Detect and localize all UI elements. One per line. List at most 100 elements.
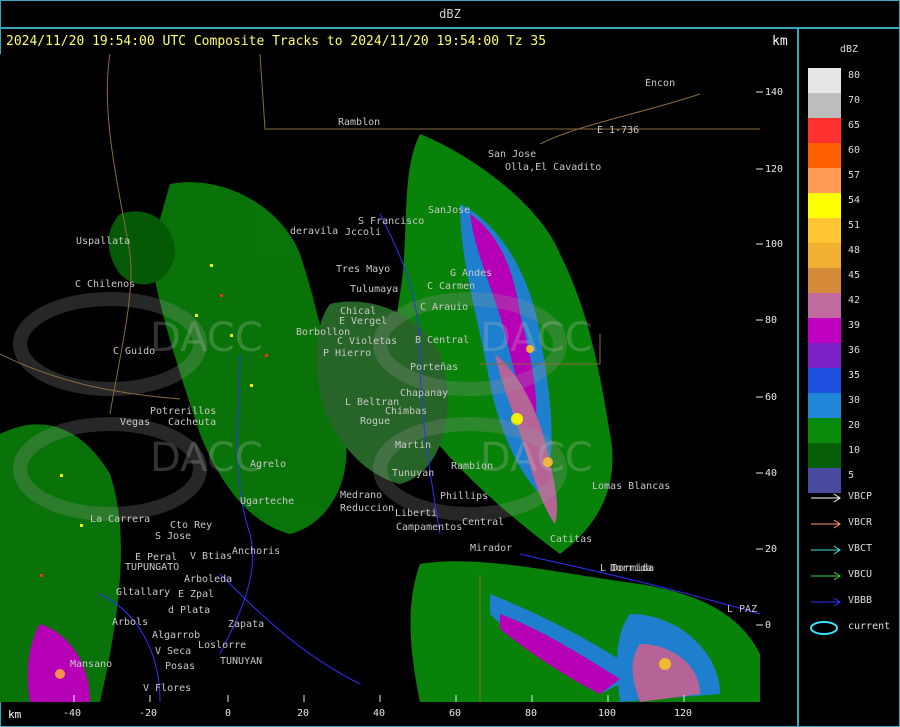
place-label: Cto Rey	[170, 520, 213, 531]
place-label: Liberti	[395, 508, 438, 519]
x-axis-label: 60	[449, 708, 462, 719]
legend-swatch	[808, 343, 841, 368]
product-title: dBZ	[439, 7, 461, 21]
place-label: V Seca	[155, 646, 192, 657]
place-label: E Zpal	[178, 589, 215, 600]
place-label: Rogue	[360, 416, 391, 427]
place-label: Phillips	[440, 491, 489, 502]
x-axis-label: 20	[297, 708, 310, 719]
watermark-text-4: DACC	[480, 435, 593, 481]
track-label: VBCU	[848, 569, 873, 580]
arrow-icon	[811, 493, 841, 503]
track-label: VBCR	[848, 517, 873, 528]
x-axis-label: 0	[225, 708, 232, 719]
watermark-text-2: DACC	[480, 315, 593, 361]
legend-swatch	[808, 268, 841, 293]
legend-swatch	[808, 243, 841, 268]
place-label: Anchoris	[232, 546, 281, 557]
legend-swatch	[808, 118, 841, 143]
legend-swatch	[808, 218, 841, 243]
place-label: Tulumaya	[350, 284, 399, 295]
place-label: Ramblon	[338, 117, 381, 128]
place-label: Tunuyan	[392, 468, 435, 479]
place-label: SanJose	[428, 205, 471, 216]
place-label: Rambion	[451, 461, 494, 472]
place-label: Tres Mayo	[336, 264, 391, 275]
place-label: Reduccion	[340, 503, 395, 514]
y-axis-label: 0	[765, 620, 772, 631]
place-label: d Plata	[168, 605, 211, 616]
legend-label: 10	[848, 445, 861, 456]
place-label: TUPUNGATO	[125, 562, 180, 573]
legend-label: 48	[848, 245, 861, 256]
place-label: Agrelo	[250, 459, 287, 470]
place-label: Porteñas	[410, 362, 459, 373]
place-label: Martin	[395, 440, 432, 451]
legend-label: 70	[848, 95, 861, 106]
place-label: Arbols	[112, 617, 149, 628]
km-label-bottom: km	[8, 708, 22, 721]
legend-swatch	[808, 93, 841, 118]
place-label: C Chilenos	[75, 279, 136, 290]
place-label: Chapanay	[400, 388, 449, 399]
place-label: Gltallary	[116, 587, 171, 598]
legend-label: 57	[848, 170, 861, 181]
watermark-text-3: DACC	[150, 435, 263, 481]
legend-label: 65	[848, 120, 861, 131]
legend-swatch	[808, 293, 841, 318]
place-label: P Hierro	[323, 348, 372, 359]
legend-swatch	[808, 368, 841, 393]
legend-label: 5	[848, 470, 855, 481]
place-label: C Arauio	[420, 302, 469, 313]
place-label: Lomas Blancas	[592, 481, 671, 492]
place-label: Ugarteche	[240, 496, 295, 507]
legend-label: 45	[848, 270, 861, 281]
legend-label: 51	[848, 220, 861, 231]
place-label: Central	[462, 517, 505, 528]
ellipse-icon	[810, 621, 838, 635]
legend-label: 39	[848, 320, 861, 331]
arrow-icon	[811, 519, 841, 529]
place-label: E Vergel	[339, 316, 388, 327]
watermark-text-1: DACC	[150, 315, 263, 361]
place-label: Jccoli	[345, 227, 382, 238]
y-axis-label: 60	[765, 392, 778, 403]
legend-title: dBZ	[840, 44, 859, 55]
place-label: Mansano	[70, 659, 113, 670]
x-axis-label: 120	[674, 708, 693, 719]
place-label: Algarrob	[152, 630, 201, 641]
place-label: San Jose	[488, 149, 537, 160]
legend-label: 60	[848, 145, 861, 156]
legend-swatch	[808, 168, 841, 193]
arrow-icon	[811, 597, 841, 607]
place-label: G Andes	[450, 268, 493, 279]
arrow-icon	[811, 545, 841, 555]
place-label: L PAZ	[727, 604, 758, 615]
place-label: Encon	[645, 78, 676, 89]
y-axis-label: 20	[765, 544, 778, 555]
composite-header: 2024/11/20 19:54:00 UTC Composite Tracks…	[6, 34, 788, 49]
track-label: VBCT	[848, 543, 873, 554]
y-axis-label: 100	[765, 239, 784, 250]
x-axis-label: -40	[63, 708, 82, 719]
radar-map[interactable]	[0, 54, 763, 702]
y-axis-label: 40	[765, 468, 778, 479]
place-label: Olla,El Cavadito	[505, 162, 602, 173]
place-label: Zapata	[228, 619, 265, 630]
track-label: VBCP	[848, 491, 873, 502]
place-label: C Carmen	[427, 281, 476, 292]
place-label: Catitas	[550, 534, 593, 545]
legend-label: 42	[848, 295, 861, 306]
place-label: La Carrera	[90, 514, 151, 525]
x-axis-label: 80	[525, 708, 538, 719]
place-label: S Francisco	[358, 216, 425, 227]
legend-label: 35	[848, 370, 861, 381]
legend-swatch	[808, 193, 841, 218]
legend-label: 80	[848, 70, 861, 81]
place-label: C Guido	[113, 346, 156, 357]
track-label: current	[848, 621, 891, 632]
legend-swatch	[808, 418, 841, 443]
place-label: Vegas	[120, 417, 151, 428]
legend-swatch	[808, 143, 841, 168]
place-label: E 1-736	[597, 125, 640, 136]
